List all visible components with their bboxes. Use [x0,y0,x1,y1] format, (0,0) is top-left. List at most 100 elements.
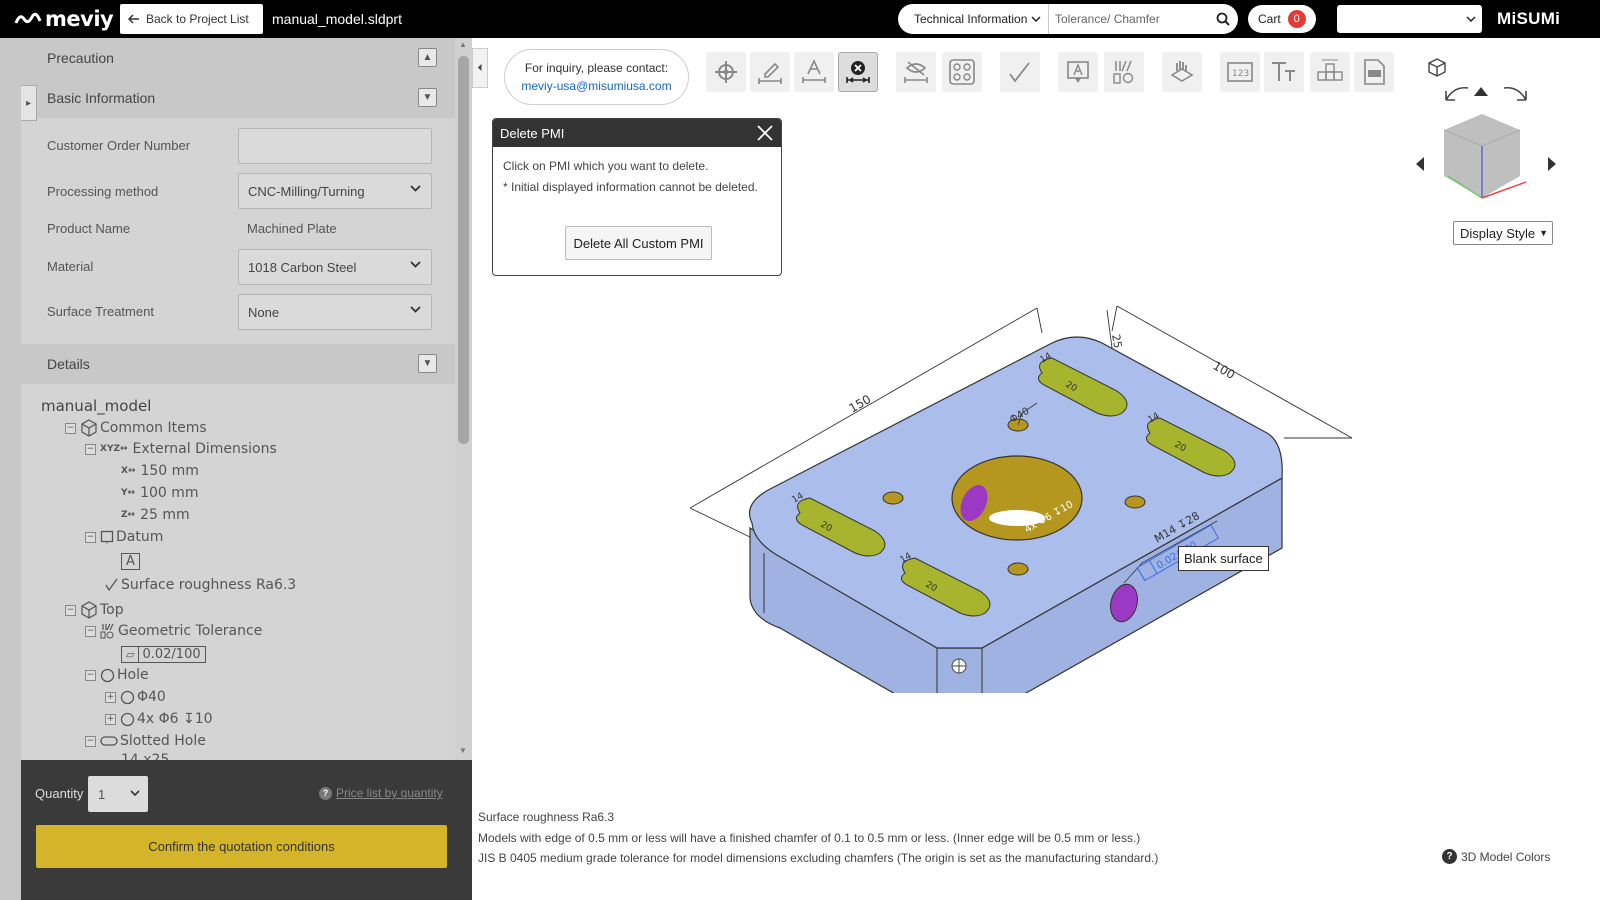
arrow-up-icon[interactable] [1474,87,1488,96]
misumi-logo[interactable]: MiSUMi [1497,9,1560,29]
geometric-tolerance-tool-icon[interactable] [1104,52,1144,92]
surface-treatment-select[interactable]: None [238,294,432,330]
tree-node-flatness[interactable]: ▱ 0.02/100 [121,646,206,663]
hole-phi6[interactable] [1007,562,1029,576]
edit-dimension-tool-icon[interactable] [750,52,790,92]
quote-footer: Quantity 1 ? Price list by quantity Conf… [21,760,472,900]
tree-label: 14 x25 [121,752,170,760]
collapse-toggle-icon[interactable]: − [85,669,96,681]
dim-25-label[interactable]: 25 [1109,333,1124,349]
tree-node-dim-y[interactable]: Y↔ 100 mm [121,485,199,501]
tree-node-geometric-tolerance[interactable]: − Geometric Tolerance [85,623,262,639]
confirm-quotation-button[interactable]: Confirm the quotation conditions [36,825,447,868]
feature-recognition-tool-icon[interactable] [942,52,982,92]
navigation-cube[interactable] [1412,58,1562,234]
cart-button[interactable]: Cart 0 [1248,5,1316,33]
search-input[interactable]: Tolerance/ Chamfer [1049,12,1208,26]
tree-node-hole[interactable]: − Hole [85,667,149,683]
surface-roughness-tool-icon[interactable] [1000,52,1040,92]
tree-node-top[interactable]: − Top [65,601,124,619]
delete-all-custom-pmi-button[interactable]: Delete All Custom PMI [565,226,712,260]
price-list-link[interactable]: ? Price list by quantity [319,786,443,800]
tree-node-dim-x[interactable]: X↔ 150 mm [121,463,199,479]
caret-down-icon: ▼ [1539,228,1549,238]
tree-node-slot-partial[interactable]: 14 x25 [121,752,169,760]
z-dimension-icon: Z↔ [121,510,136,520]
precaution-section-header[interactable]: Precaution ▲ [21,38,455,78]
collapse-toggle-icon[interactable]: − [65,604,76,616]
delete-pmi-tool-icon[interactable] [838,52,878,92]
tree-node-slotted-hole[interactable]: − Slotted Hole [85,733,206,749]
collapse-toggle-icon[interactable]: − [85,735,96,747]
material-label: Material [47,259,94,274]
tree-node-dim-z[interactable]: Z↔ 25 mm [121,507,190,523]
order-number-input[interactable] [238,128,432,164]
chevron-down-icon [410,306,421,313]
views-tool-icon[interactable] [1310,52,1350,92]
hand-view-tool-icon[interactable] [1162,52,1202,92]
cube-icon [81,601,97,619]
details-section-header[interactable]: Details ▼ [21,344,455,384]
3d-viewer[interactable]: ⏴ For inquiry, please contact: meviy-usa… [472,38,1600,900]
panel-collapse-handle[interactable]: ▸ [21,85,37,121]
collapse-toggle-icon[interactable]: − [65,422,76,434]
tree-root[interactable]: manual_model [41,397,151,415]
collapse-panel-icon[interactable]: ⏴ [472,48,488,88]
rotate-right-icon[interactable] [1503,86,1527,101]
display-style-select[interactable]: Display Style ▼ [1453,221,1553,245]
xyz-dimension-icon: XYZ↔ [100,444,128,454]
back-to-project-list-button[interactable]: Back to Project List [120,4,263,34]
arrow-left-icon[interactable] [1416,157,1424,171]
hide-pmi-tool-icon[interactable] [896,52,936,92]
quantity-label: Quantity [35,786,84,801]
rotate-left-icon[interactable] [1445,86,1469,101]
collapse-toggle-icon[interactable]: − [85,531,96,543]
tree-node-surface-roughness[interactable]: Surface roughness Ra6.3 [105,577,296,593]
pdf-export-tool-icon[interactable] [1354,52,1394,92]
numbering-tool-icon[interactable]: 123 [1220,52,1260,92]
technical-information-select[interactable]: Technical Information [898,4,1049,34]
basic-information-section-header[interactable]: Basic Information ▼ [21,78,455,118]
3d-model-colors-link[interactable]: ? 3D Model Colors [1442,849,1550,864]
text-size-tool-icon[interactable] [1264,52,1304,92]
datum-tool-icon[interactable] [1058,52,1098,92]
chevron-down-icon [130,790,140,796]
3d-model-view[interactable]: 150 100 25 Φ40 4x Φ6 ↧10 M14 ↧28 14 14 1… [672,263,1372,693]
chevron-down-icon[interactable]: ▼ [418,354,437,373]
tree-node-datum-a[interactable]: A [121,553,140,570]
search-icon[interactable] [1208,12,1238,26]
quantity-select[interactable]: 1 [88,776,148,812]
tree-node-hole-40[interactable]: + Φ40 [105,689,166,705]
note-line: JIS B 0405 medium grade tolerance for mo… [478,851,1159,865]
processing-method-select[interactable]: CNC-Milling/Turning [238,173,432,209]
home-view-icon[interactable] [1428,58,1446,77]
tree-node-datum[interactable]: − Datum [85,529,163,545]
sidebar-scrollbar[interactable]: ▲ ▼ [455,38,472,760]
scroll-down-icon[interactable]: ▼ [459,746,467,755]
tree-node-hole-6[interactable]: + 4x Φ6 ↧10 [105,711,213,727]
scroll-up-icon[interactable]: ▲ [459,40,467,49]
tree-label: 25 mm [140,507,190,523]
close-icon[interactable] [755,123,775,143]
origin-tool-icon[interactable] [706,52,746,92]
hole-phi6[interactable] [1124,495,1146,509]
view-cube[interactable] [1443,114,1527,199]
expand-toggle-icon[interactable]: + [105,691,116,703]
collapse-toggle-icon[interactable]: − [85,443,96,455]
chevron-down-icon[interactable]: ▼ [418,88,437,107]
meviy-logo[interactable]: meviy [14,7,114,31]
scroll-thumb[interactable] [458,56,469,444]
tree-node-common-items[interactable]: − Common Items [65,419,207,437]
dim-100-label[interactable]: 100 [1211,358,1238,382]
hole-phi6[interactable] [882,491,904,505]
arrow-right-icon[interactable] [1548,157,1556,171]
dim-150-label[interactable]: 150 [847,392,874,416]
expand-toggle-icon[interactable]: + [105,713,116,725]
text-dimension-tool-icon[interactable] [794,52,834,92]
material-select[interactable]: 1018 Carbon Steel [238,249,432,285]
collapse-toggle-icon[interactable]: − [85,625,96,637]
chevron-up-icon[interactable]: ▲ [418,48,437,67]
inquiry-email-link[interactable]: meviy-usa@misumiusa.com [505,77,688,95]
tree-node-external-dimensions[interactable]: − XYZ↔ External Dimensions [85,441,277,457]
account-select[interactable] [1337,5,1482,33]
